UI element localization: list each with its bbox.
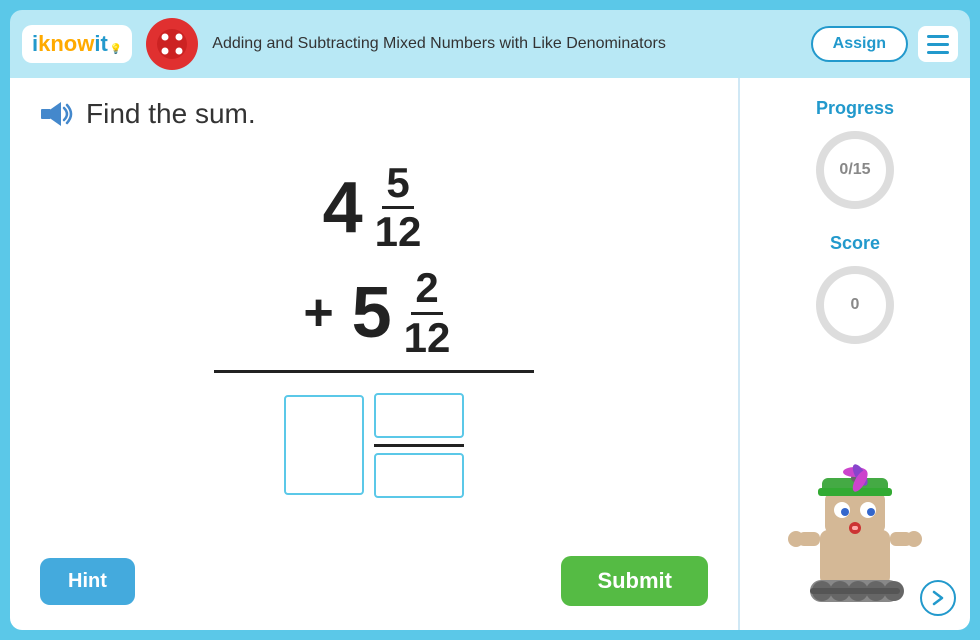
answer-fraction-divider bbox=[374, 444, 464, 447]
score-value: 0 bbox=[851, 296, 860, 314]
activity-icon bbox=[146, 18, 198, 70]
number1-row: 4 5 12 bbox=[323, 160, 426, 255]
dice-icon bbox=[155, 27, 189, 61]
top-bar: iknowit 💡 Adding and Subtracting Mixed N… bbox=[10, 10, 970, 78]
question-header: Find the sum. bbox=[40, 98, 708, 130]
speaker-icon bbox=[41, 100, 75, 128]
number2-denominator: 12 bbox=[400, 315, 455, 361]
score-label: Score bbox=[830, 233, 880, 254]
progress-section: Progress 0/15 bbox=[810, 98, 900, 215]
progress-value: 0/15 bbox=[839, 161, 870, 179]
answer-area bbox=[284, 393, 464, 498]
number1-whole: 4 bbox=[323, 172, 363, 244]
logo: iknowit 💡 bbox=[22, 25, 132, 63]
assign-button[interactable]: Assign bbox=[811, 26, 908, 62]
activity-title: Adding and Subtracting Mixed Numbers wit… bbox=[212, 34, 796, 55]
app-container: iknowit 💡 Adding and Subtracting Mixed N… bbox=[0, 0, 980, 640]
bottom-buttons: Hint Submit bbox=[40, 544, 708, 610]
answer-whole-input[interactable] bbox=[284, 395, 364, 495]
score-section: Score 0 bbox=[810, 233, 900, 350]
answer-denominator-input[interactable] bbox=[374, 453, 464, 498]
hamburger-line-2 bbox=[927, 43, 949, 46]
hamburger-line-1 bbox=[927, 35, 949, 38]
answer-numerator-input[interactable] bbox=[374, 393, 464, 438]
menu-button[interactable] bbox=[918, 26, 958, 62]
number2-whole: 5 bbox=[352, 277, 392, 349]
hamburger-line-3 bbox=[927, 51, 949, 54]
speaker-button[interactable] bbox=[40, 100, 76, 128]
answer-fraction-inputs bbox=[374, 393, 464, 498]
question-text: Find the sum. bbox=[86, 98, 256, 130]
progress-circle: 0/15 bbox=[810, 125, 900, 215]
math-problem: 4 5 12 + 5 2 12 bbox=[40, 150, 708, 544]
logo-bulb-icon: 💡 bbox=[110, 44, 122, 55]
robot-character bbox=[780, 450, 930, 610]
number2-row: + 5 2 12 bbox=[294, 265, 455, 360]
arrow-right-icon bbox=[929, 589, 947, 607]
top-right-controls: Assign bbox=[811, 26, 958, 62]
equation-divider bbox=[214, 370, 534, 373]
submit-button[interactable]: Submit bbox=[561, 556, 708, 606]
right-panel: Progress 0/15 Score 0 bbox=[740, 78, 970, 630]
number1-denominator: 12 bbox=[371, 209, 426, 255]
left-panel: Find the sum. 4 5 12 + 5 2 bbox=[10, 78, 740, 630]
number1-fraction: 5 12 bbox=[371, 160, 426, 255]
operator-symbol: + bbox=[294, 283, 344, 343]
hint-button[interactable]: Hint bbox=[40, 558, 135, 605]
character-area bbox=[780, 368, 930, 610]
main-area: Find the sum. 4 5 12 + 5 2 bbox=[10, 78, 970, 630]
logo-text: iknowit bbox=[32, 31, 108, 57]
score-circle: 0 bbox=[810, 260, 900, 350]
number1-numerator: 5 bbox=[382, 160, 413, 209]
next-button[interactable] bbox=[920, 580, 956, 616]
number2-numerator: 2 bbox=[411, 265, 442, 314]
number2-fraction: 2 12 bbox=[400, 265, 455, 360]
progress-label: Progress bbox=[816, 98, 894, 119]
